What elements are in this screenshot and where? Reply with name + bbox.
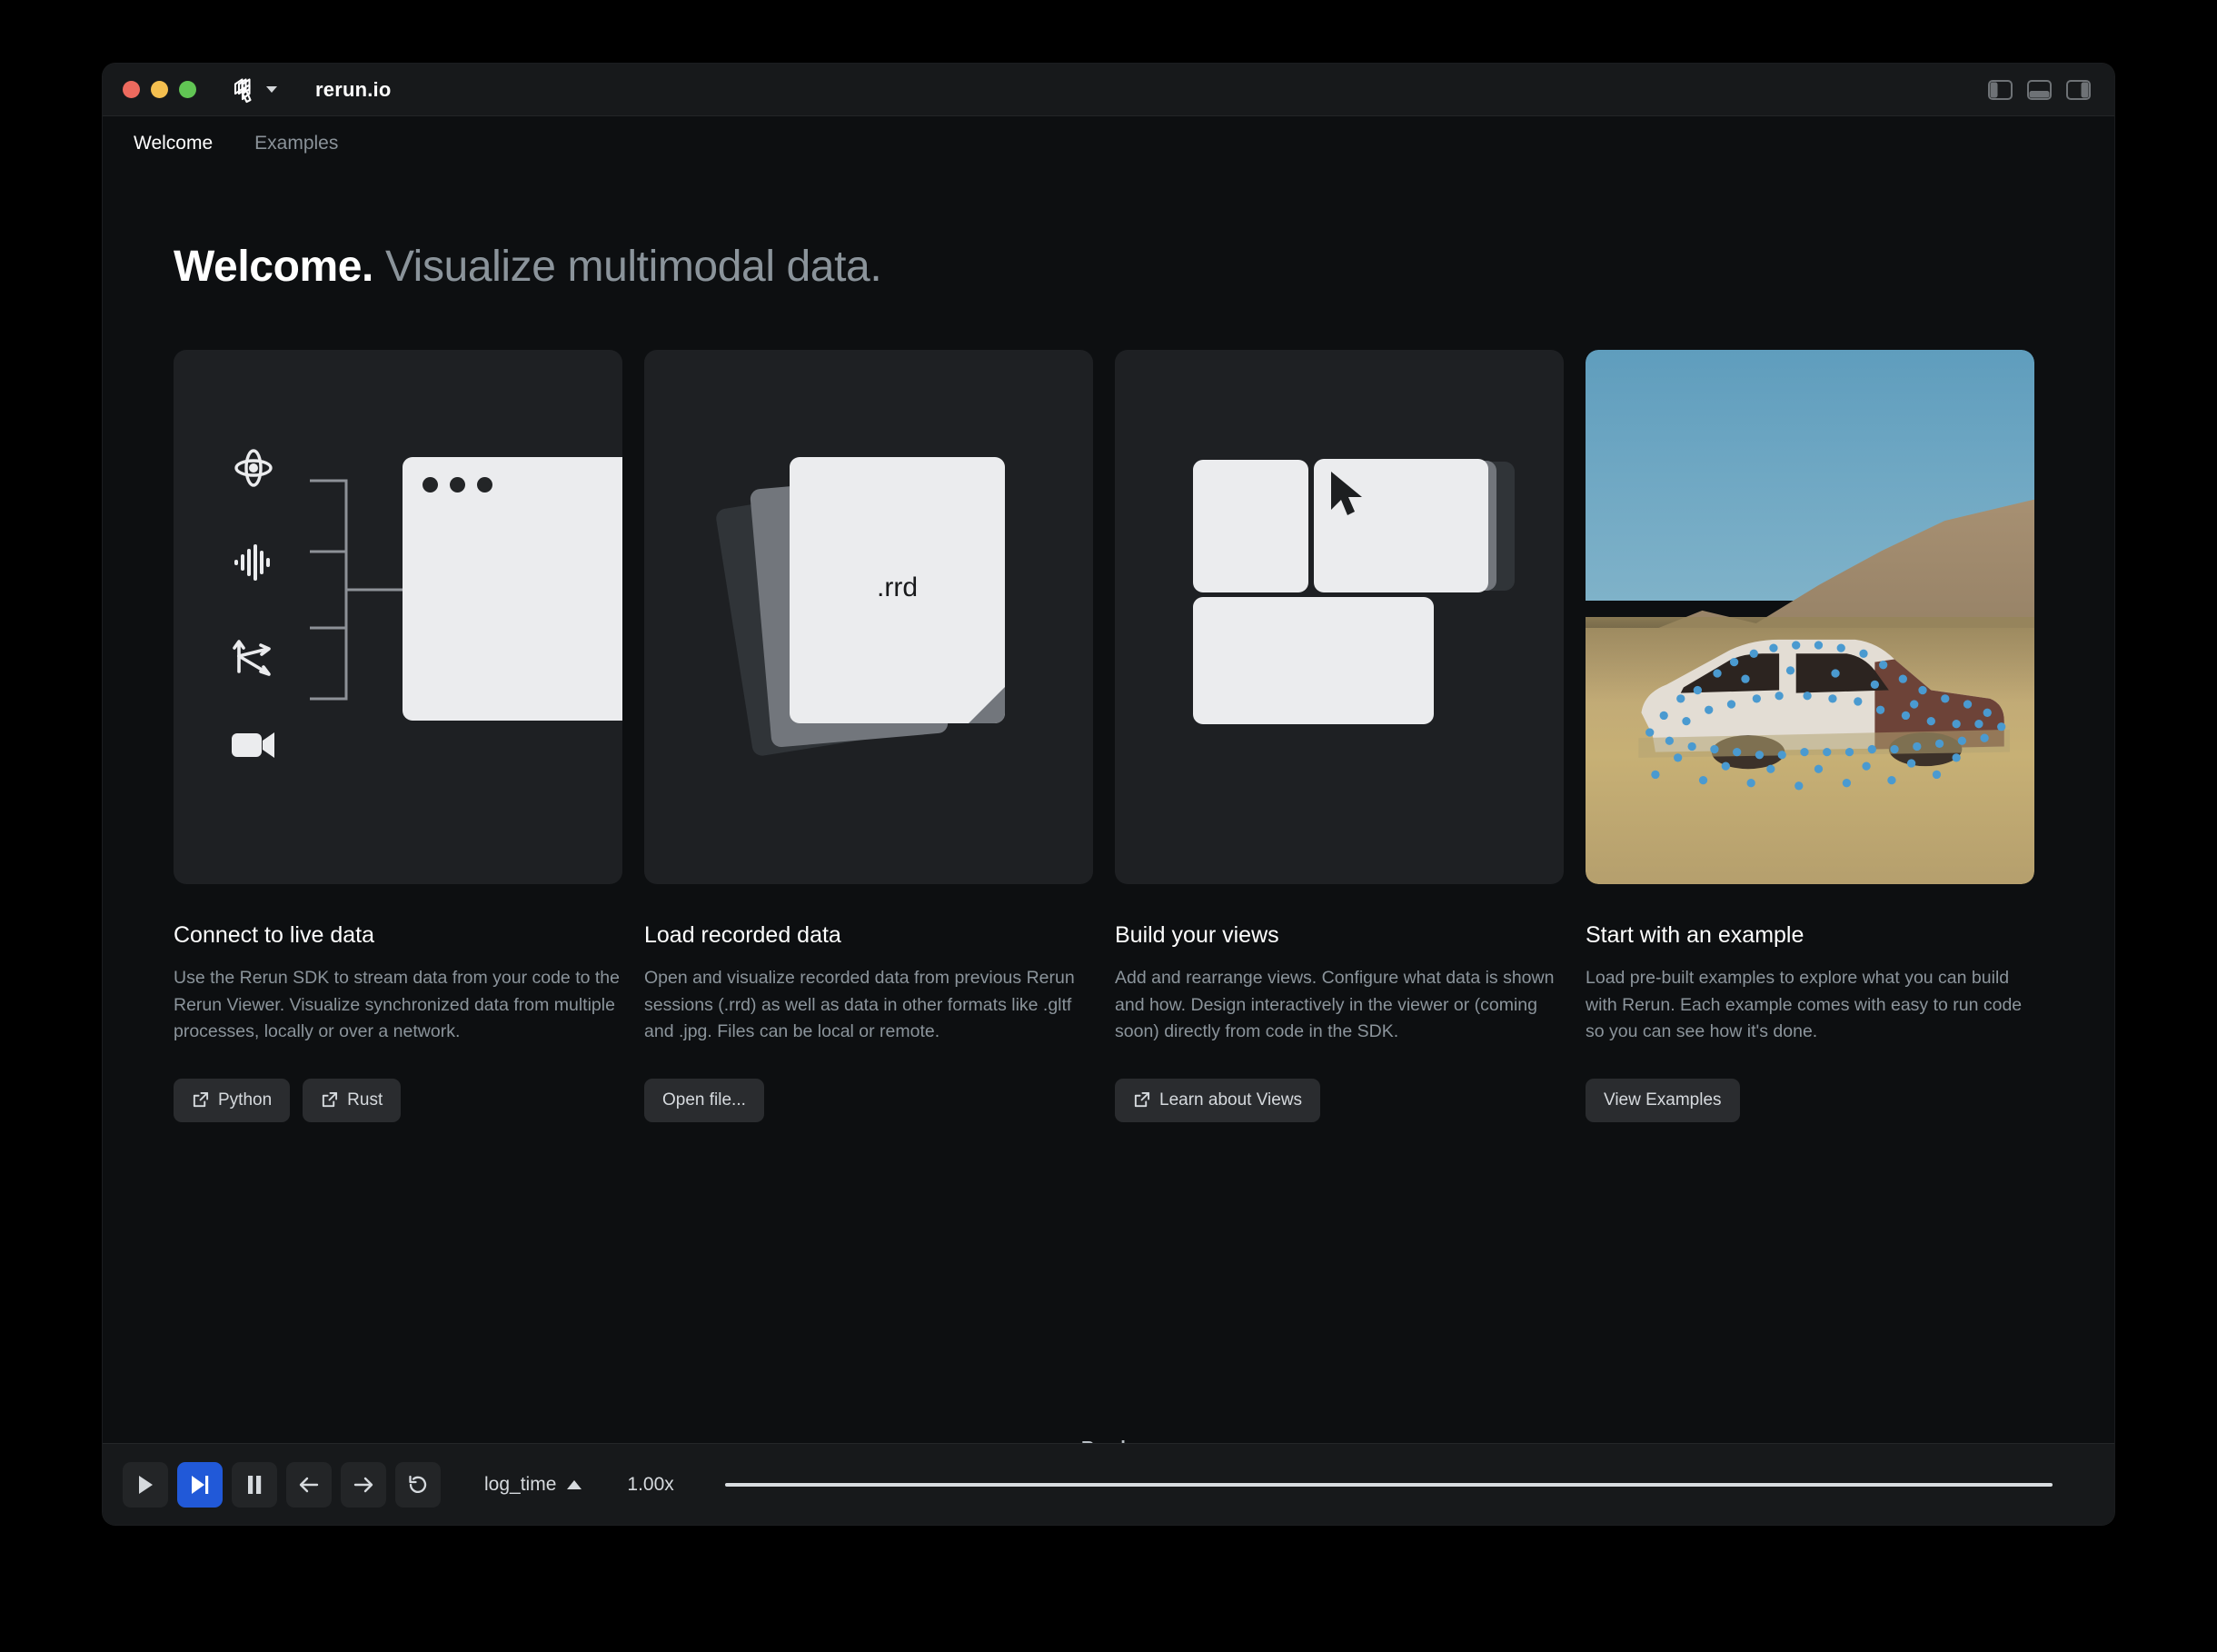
page-fold-corner [969,687,1005,723]
card-connect-to-live-data: Connect to live data Use the Rerun SDK t… [174,350,622,1122]
card-build-your-views: Build your views Add and rearrange views… [1115,350,1564,1122]
learn-about-views-button[interactable]: Learn about Views [1115,1078,1321,1122]
toggle-left-panel-button[interactable] [1988,79,2013,100]
page-title-muted: Visualize multimodal data. [384,243,882,291]
tab-welcome[interactable]: Welcome [128,129,218,158]
card-title: Build your views [1115,922,1279,948]
arrow-right-icon [352,1474,375,1496]
card-description: Open and visualize recorded data from pr… [644,968,1075,1042]
minimize-window-button[interactable] [151,81,168,98]
external-link-icon [1133,1091,1150,1109]
viewer-window-illustration [403,457,622,721]
live-data-illustration [174,350,622,884]
3d-gizmo-icon [230,444,277,492]
open-file-button[interactable]: Open file... [644,1078,764,1122]
card-actions: Learn about Views [1115,1046,1564,1122]
playback-rate-label[interactable]: 1.00x [627,1474,673,1496]
toggle-right-panel-button[interactable] [2066,79,2091,100]
pause-button[interactable] [232,1461,277,1508]
playback-toolbar: log_time 1.00x [103,1443,2114,1525]
rerun-logo-icon [231,75,258,104]
maximize-window-button[interactable] [179,81,196,98]
external-link-icon [192,1091,209,1109]
button-label: Open file... [662,1090,746,1110]
python-docs-button[interactable]: Python [174,1078,291,1122]
page-title-strong: Welcome. [174,243,373,291]
tab-examples[interactable]: Examples [249,129,343,158]
button-label: Learn about Views [1159,1090,1303,1110]
close-window-button[interactable] [123,81,140,98]
example-photo-keypoints [1586,350,2034,884]
connection-tree-lines [310,479,408,701]
loop-icon [407,1474,429,1496]
view-panel-3 [1193,597,1434,724]
vector-arrows-icon [230,633,277,681]
card-actions: Open file... [644,1046,1093,1122]
arrow-left-icon [297,1474,321,1496]
follow-button[interactable] [177,1461,223,1508]
pause-icon [245,1474,263,1496]
card-title: Load recorded data [644,922,841,948]
play-icon [136,1474,154,1496]
skip-to-end-icon [190,1474,210,1496]
card-start-with-an-example: Start with an example Load pre-built exa… [1586,350,2034,1122]
view-examples-button[interactable]: View Examples [1586,1078,1740,1122]
card-title: Connect to live data [174,922,374,948]
photo-abandoned-car [1638,639,2010,791]
document-front: .rrd [790,457,1005,723]
chevron-down-icon [266,86,277,93]
card-load-recorded-data: .rrd Load recorded data Open and visuali… [644,350,1093,1122]
welcome-content: Welcome. Visualize multimodal data. Conn… [103,171,2114,1490]
card-actions: View Examples [1586,1046,2034,1122]
file-extension-label: .rrd [877,572,918,602]
card-description: Load pre-built examples to explore what … [1586,968,2023,1042]
button-label: View Examples [1604,1090,1722,1110]
external-link-icon [321,1091,338,1109]
desktop-background: rerun.io Welcome Examples Welcome. Visua… [0,0,2217,1652]
caret-up-icon [567,1479,582,1489]
step-back-button[interactable] [286,1461,332,1508]
window-titlebar: rerun.io [103,64,2114,116]
window-title: rerun.io [315,77,392,101]
view-panel-1 [1193,460,1308,592]
mouse-cursor-icon [1327,470,1375,522]
card-title: Start with an example [1586,922,1804,948]
live-data-icon-column [230,444,277,761]
video-camera-icon [230,728,277,761]
timeline-scrubber[interactable] [724,1482,2053,1487]
rust-docs-button[interactable]: Rust [303,1078,402,1122]
traffic-light-controls [123,81,196,98]
timeline-selector[interactable]: log_time [484,1474,582,1496]
step-forward-button[interactable] [341,1461,386,1508]
card-actions: Python Rust [174,1046,622,1122]
welcome-card-grid: Connect to live data Use the Rerun SDK t… [174,350,2043,1122]
button-label: Python [218,1090,273,1110]
view-panels-illustration [1115,350,1564,884]
play-button[interactable] [123,1461,168,1508]
button-label: Rust [347,1090,383,1110]
page-title: Welcome. Visualize multimodal data. [174,171,2043,292]
main-tab-bar: Welcome Examples [103,116,2114,171]
card-description: Use the Rerun SDK to stream data from yo… [174,968,620,1042]
loop-button[interactable] [395,1461,441,1508]
timeline-name-label: log_time [484,1473,557,1495]
audio-waveform-icon [230,539,277,586]
card-description: Add and rearrange views. Configure what … [1115,968,1555,1042]
rerun-viewer-window: rerun.io Welcome Examples Welcome. Visua… [103,64,2114,1525]
rrd-documents-illustration: .rrd [644,350,1093,884]
toggle-bottom-panel-button[interactable] [2027,79,2052,100]
panel-toggle-group [1988,79,2091,100]
app-menu-button[interactable] [231,75,277,104]
